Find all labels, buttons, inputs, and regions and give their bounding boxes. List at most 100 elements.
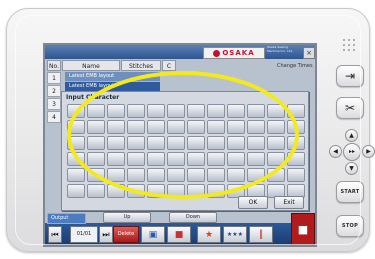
stars-button[interactable]: ★★★: [223, 226, 247, 243]
character-key[interactable]: [287, 104, 305, 118]
character-key[interactable]: [87, 168, 105, 182]
threads-button[interactable]: ║: [249, 226, 273, 243]
character-key[interactable]: [167, 104, 185, 118]
up-button[interactable]: Up: [103, 212, 151, 223]
hw-start-button[interactable]: START: [336, 181, 364, 203]
character-key[interactable]: [187, 168, 205, 182]
character-key[interactable]: [107, 120, 125, 134]
character-key[interactable]: [107, 104, 125, 118]
row-number[interactable]: 4: [47, 111, 61, 123]
character-key[interactable]: [187, 136, 205, 150]
character-key[interactable]: [247, 120, 265, 134]
character-key[interactable]: [67, 184, 85, 198]
character-key[interactable]: [207, 120, 225, 134]
character-key[interactable]: [167, 184, 185, 198]
hw-stop-button[interactable]: STOP: [336, 215, 364, 237]
character-key[interactable]: [127, 104, 145, 118]
output-tab[interactable]: Output: [47, 213, 86, 224]
character-key[interactable]: [187, 184, 205, 198]
character-key[interactable]: [267, 168, 285, 182]
hw-dpad: ▲ ▼ ◀ ▶ ▸▸: [329, 129, 375, 175]
character-key[interactable]: [147, 168, 165, 182]
character-key[interactable]: [187, 104, 205, 118]
character-key[interactable]: [127, 168, 145, 182]
design-button[interactable]: ★: [197, 226, 221, 243]
character-key[interactable]: [107, 184, 125, 198]
character-key[interactable]: [127, 152, 145, 166]
character-key[interactable]: [287, 120, 305, 134]
character-key[interactable]: [107, 168, 125, 182]
exit-button[interactable]: Exit: [274, 196, 304, 209]
character-key[interactable]: [187, 120, 205, 134]
character-key[interactable]: [67, 136, 85, 150]
dpad-up-button[interactable]: ▲: [345, 129, 358, 142]
character-key[interactable]: [207, 168, 225, 182]
exit-app-button[interactable]: ■: [291, 213, 315, 245]
character-key[interactable]: [207, 184, 225, 198]
dpad-left-button[interactable]: ◀: [329, 145, 342, 158]
character-key[interactable]: [227, 136, 245, 150]
hw-tool-button[interactable]: ✂: [336, 97, 364, 119]
row-number[interactable]: 3: [47, 98, 61, 110]
character-key[interactable]: [67, 168, 85, 182]
first-page-button[interactable]: ⏮: [48, 226, 62, 243]
character-key[interactable]: [267, 136, 285, 150]
character-key[interactable]: [287, 152, 305, 166]
delete-button[interactable]: Delete: [113, 226, 139, 243]
character-key[interactable]: [147, 152, 165, 166]
character-key[interactable]: [167, 136, 185, 150]
dpad-center-button[interactable]: ▸▸: [343, 143, 361, 161]
character-key[interactable]: [227, 120, 245, 134]
character-key[interactable]: [167, 152, 185, 166]
character-key[interactable]: [67, 152, 85, 166]
character-key[interactable]: [247, 152, 265, 166]
character-key-grid: [67, 104, 305, 198]
character-key[interactable]: [147, 136, 165, 150]
dropdown-item[interactable]: Latest EMB layout: [65, 72, 160, 82]
last-page-button[interactable]: ⏭: [99, 226, 113, 243]
character-key[interactable]: [227, 104, 245, 118]
character-key[interactable]: [107, 136, 125, 150]
dpad-down-button[interactable]: ▼: [345, 162, 358, 175]
character-key[interactable]: [247, 104, 265, 118]
character-key[interactable]: [287, 136, 305, 150]
character-key[interactable]: [67, 120, 85, 134]
character-key[interactable]: [267, 104, 285, 118]
character-key[interactable]: [267, 120, 285, 134]
stars-icon: ★★★: [226, 231, 244, 238]
character-key[interactable]: [67, 104, 85, 118]
character-key[interactable]: [207, 104, 225, 118]
character-key[interactable]: [207, 136, 225, 150]
character-key[interactable]: [267, 152, 285, 166]
row-number[interactable]: 2: [47, 85, 61, 97]
machine-button[interactable]: ▣: [141, 226, 165, 243]
character-key[interactable]: [167, 168, 185, 182]
character-key[interactable]: [247, 136, 265, 150]
character-key[interactable]: [87, 152, 105, 166]
character-key[interactable]: [227, 152, 245, 166]
character-key[interactable]: [147, 104, 165, 118]
character-key[interactable]: [207, 152, 225, 166]
character-key[interactable]: [187, 152, 205, 166]
down-button[interactable]: Down: [169, 212, 217, 223]
character-key[interactable]: [167, 120, 185, 134]
character-key[interactable]: [147, 184, 165, 198]
ok-button[interactable]: OK: [238, 196, 268, 209]
dpad-right-button[interactable]: ▶: [362, 145, 375, 158]
character-key[interactable]: [87, 136, 105, 150]
character-key[interactable]: [127, 184, 145, 198]
character-key[interactable]: [107, 152, 125, 166]
character-key[interactable]: [147, 120, 165, 134]
hw-nav-button[interactable]: ⇥: [336, 65, 364, 87]
character-key[interactable]: [227, 168, 245, 182]
character-key[interactable]: [287, 168, 305, 182]
row-number[interactable]: 1: [47, 72, 61, 84]
color-button[interactable]: ■: [167, 226, 191, 243]
close-button[interactable]: ×: [303, 47, 315, 59]
character-key[interactable]: [87, 120, 105, 134]
character-key[interactable]: [87, 184, 105, 198]
character-key[interactable]: [127, 136, 145, 150]
character-key[interactable]: [247, 168, 265, 182]
character-key[interactable]: [127, 120, 145, 134]
character-key[interactable]: [87, 104, 105, 118]
